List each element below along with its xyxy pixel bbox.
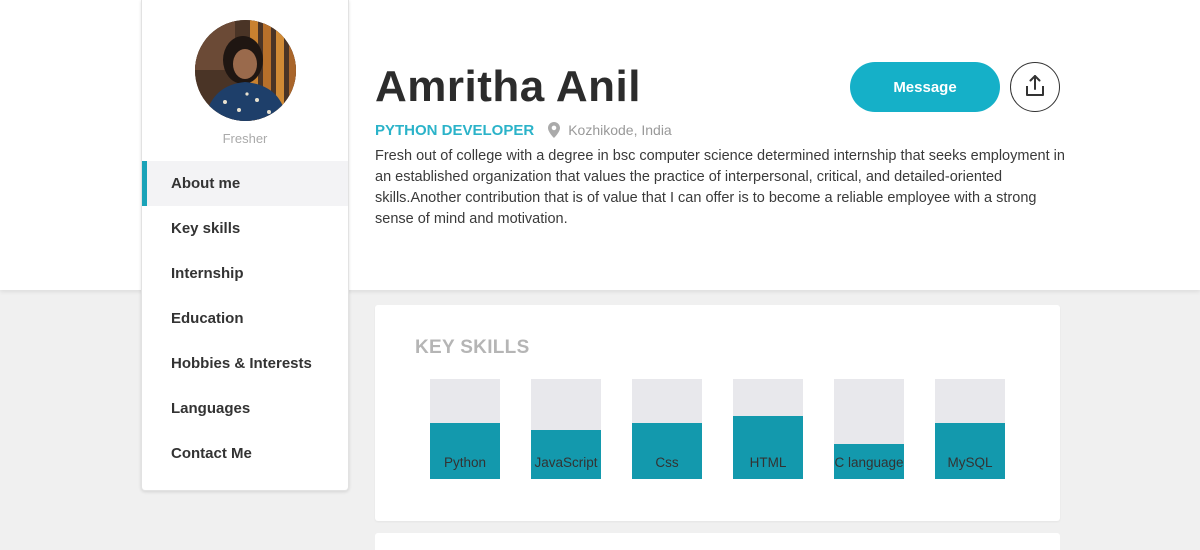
location-pin-icon — [548, 122, 561, 138]
status-label: Fresher — [222, 131, 268, 146]
sidebar-item-contact-me[interactable]: Contact Me — [142, 431, 348, 476]
sidebar-item-education[interactable]: Education — [142, 296, 348, 341]
skill-html: HTML — [733, 379, 803, 479]
next-section-card — [375, 533, 1060, 550]
location-text: Kozhikode, India — [568, 122, 672, 138]
skill-bar-fill — [935, 423, 1005, 479]
skill-bar-fill — [632, 423, 702, 479]
skill-label: Css — [655, 455, 679, 470]
skill-bar-track — [834, 379, 904, 449]
skill-label: Python — [443, 455, 487, 470]
skill-mysql: MySQL — [935, 379, 1005, 479]
profile-subline: PYTHON DEVELOPER Kozhikode, India — [375, 121, 672, 139]
sidebar-item-languages[interactable]: Languages — [142, 386, 348, 431]
key-skills-title: KEY SKILLS — [415, 337, 530, 358]
sidebar-item-about-me[interactable]: About me — [142, 161, 348, 206]
avatar — [195, 20, 296, 121]
message-button[interactable]: Message — [850, 62, 1000, 112]
skill-c-language: C language — [834, 379, 904, 479]
skill-python: Python — [430, 379, 500, 479]
skill-javascript: JavaScript — [531, 379, 601, 479]
profile-sidebar: Fresher About me Key skills Internship E… — [141, 0, 349, 491]
sidebar-item-hobbies-interests[interactable]: Hobbies & Interests — [142, 341, 348, 386]
skill-label: HTML — [749, 455, 787, 470]
share-icon — [1025, 74, 1045, 100]
profile-name: Amritha Anil — [375, 62, 641, 111]
sidebar-nav: About me Key skills Internship Education… — [142, 161, 348, 476]
skill-css: Css — [632, 379, 702, 479]
skill-label: C language — [834, 455, 904, 470]
skill-bar-fill — [430, 423, 500, 479]
skill-label: MySQL — [947, 455, 993, 470]
skill-label: JavaScript — [534, 455, 598, 470]
sidebar-item-internship[interactable]: Internship — [142, 251, 348, 296]
share-button[interactable] — [1010, 62, 1060, 112]
sidebar-item-key-skills[interactable]: Key skills — [142, 206, 348, 251]
job-title: PYTHON DEVELOPER — [375, 121, 535, 139]
key-skills-card: KEY SKILLS Python JavaScript Css HTML C … — [375, 305, 1060, 521]
profile-bio: Fresh out of college with a degree in bs… — [375, 148, 1065, 227]
